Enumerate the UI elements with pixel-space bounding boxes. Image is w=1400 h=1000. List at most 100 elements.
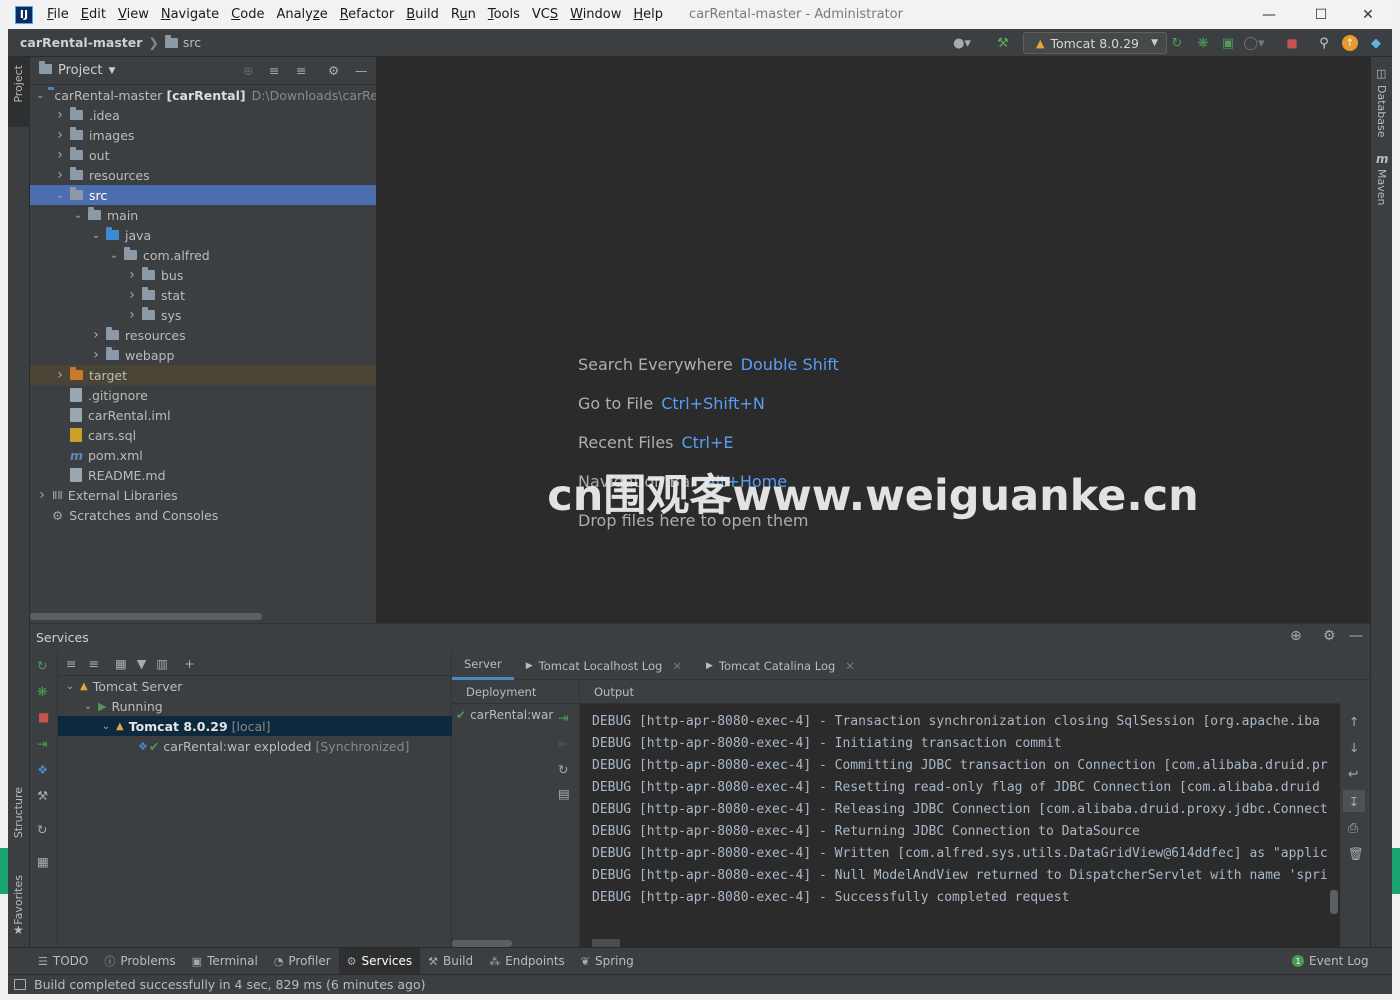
tree-item[interactable]: › webapp — [30, 345, 376, 365]
chevron-right-icon[interactable]: › — [54, 167, 66, 183]
tree-item[interactable]: › resources — [30, 165, 376, 185]
undeploy-icon[interactable]: ⇤ — [558, 736, 568, 751]
menu-item[interactable]: Code — [225, 0, 270, 29]
tool-tab-todo[interactable]: ☰ TODO — [30, 948, 96, 975]
layout-icon[interactable]: ▦ — [37, 854, 49, 869]
menu-item[interactable]: View — [112, 0, 155, 29]
hide-panel-icon[interactable]: — — [355, 63, 368, 78]
user-icon[interactable]: ●▾ — [953, 35, 971, 51]
tree-item[interactable]: › resources — [30, 325, 376, 345]
breadcrumb-src[interactable]: src — [183, 35, 201, 50]
menu-item[interactable]: Window — [564, 0, 627, 29]
chevron-down-icon[interactable]: ⌄ — [72, 210, 84, 221]
project-view-selector[interactable]: Project — [58, 63, 102, 78]
close-window-button[interactable]: ✕ — [1345, 0, 1391, 29]
plugin-icon[interactable]: ◆ — [1368, 35, 1384, 51]
tree-item[interactable]: ⌄ src — [30, 185, 376, 205]
tree-item[interactable]: › bus — [30, 265, 376, 285]
add-service-icon[interactable]: ⊕ — [1290, 628, 1302, 644]
chevron-right-icon[interactable]: › — [54, 147, 66, 163]
scroll-down-icon[interactable]: ↓ — [1349, 740, 1359, 755]
side-tab-database[interactable]: Database — [1375, 85, 1388, 138]
rerun-icon[interactable]: ↻ — [37, 658, 47, 673]
service-artifact[interactable]: ❖ ✔ carRental:war exploded [Synchronized… — [58, 736, 452, 756]
tree-item[interactable]: ⚙ Scratches and Consoles — [30, 505, 376, 525]
tool-tab-profiler[interactable]: ◔ Profiler — [266, 948, 339, 975]
tab-catalina-log[interactable]: ▶ Tomcat Catalina Log ✕ — [694, 652, 867, 680]
tree-item[interactable]: › sys — [30, 305, 376, 325]
trash-icon[interactable]: 🗑 — [1348, 846, 1364, 862]
tool-tab-services[interactable]: ⚙ Services — [338, 947, 421, 975]
tree-item[interactable]: › stat — [30, 285, 376, 305]
chevron-right-icon[interactable]: › — [54, 367, 66, 383]
deployment-item[interactable]: ✔ carRental:war — [456, 708, 553, 722]
chevron-right-icon[interactable]: › — [54, 127, 66, 143]
tree-item[interactable]: › ⅡⅡ External Libraries — [30, 485, 376, 505]
deploy-icon[interactable]: ⇥ — [37, 736, 47, 751]
tree-item[interactable]: ⌄ com.alfred — [30, 245, 376, 265]
tree-item[interactable]: ⌄ main — [30, 205, 376, 225]
redeploy-icon[interactable]: ⇥ — [558, 710, 568, 725]
horizontal-scrollbar[interactable] — [30, 613, 262, 620]
service-tomcat-server[interactable]: ⌄ ▲ Tomcat Server — [58, 676, 452, 696]
menu-item[interactable]: Refactor — [334, 0, 401, 29]
artifact-icon[interactable]: ❖ — [37, 762, 48, 777]
chevron-down-icon[interactable]: ⌄ — [108, 250, 120, 261]
hide-panel-icon[interactable]: — — [1349, 628, 1363, 644]
maximize-button[interactable]: ☐ — [1298, 0, 1344, 29]
chevron-right-icon[interactable]: › — [54, 107, 66, 123]
refresh-icon[interactable]: ↻ — [37, 822, 47, 837]
menu-item[interactable]: File — [41, 0, 75, 29]
tool-tab-terminal[interactable]: ▣ Terminal — [184, 948, 266, 975]
expand-all-icon[interactable]: ≡ — [269, 63, 279, 78]
filter-icon[interactable]: ▼ — [137, 656, 147, 671]
stop-icon[interactable]: ■ — [1284, 35, 1300, 51]
wrench-icon[interactable]: ⚒ — [37, 788, 48, 803]
menu-item[interactable]: Analyze — [270, 0, 333, 29]
chevron-right-icon[interactable]: › — [90, 327, 102, 343]
gear-icon[interactable]: ⚙ — [328, 63, 339, 78]
soft-wrap-icon[interactable]: ↩ — [1348, 766, 1358, 781]
service-tomcat-instance[interactable]: ⌄ ▲ Tomcat 8.0.29 [local] — [58, 716, 452, 736]
menu-item[interactable]: Run — [445, 0, 482, 29]
horizontal-scrollbar[interactable] — [592, 939, 620, 947]
scroll-to-end-icon[interactable]: ↧ — [1343, 790, 1365, 812]
menu-item[interactable]: VCS — [526, 0, 564, 29]
collapse-all-icon[interactable]: ≡ — [296, 63, 306, 78]
tab-localhost-log[interactable]: ▶ Tomcat Localhost Log ✕ — [514, 652, 694, 680]
update-icon[interactable]: ↑ — [1342, 35, 1358, 51]
collapse-all-icon[interactable]: ≡ — [88, 656, 98, 671]
minimize-button[interactable]: — — [1246, 0, 1292, 29]
breadcrumb-project[interactable]: carRental-master — [20, 35, 142, 50]
search-icon[interactable]: ⚲ — [1316, 35, 1332, 51]
group-icon[interactable]: ▦ — [115, 656, 127, 671]
scroll-up-icon[interactable]: ↑ — [1349, 714, 1359, 729]
rerun-icon[interactable]: ↻ — [1169, 35, 1185, 51]
layout-icon[interactable] — [14, 979, 26, 990]
service-running-group[interactable]: ⌄ ▶ Running — [58, 696, 452, 716]
chevron-down-icon[interactable]: ▼ — [108, 66, 115, 76]
event-log-button[interactable]: 1 Event Log — [1292, 954, 1369, 968]
chevron-right-icon[interactable]: › — [90, 347, 102, 363]
menu-item[interactable]: Build — [400, 0, 445, 29]
chevron-right-icon[interactable]: › — [126, 287, 138, 303]
vertical-scrollbar[interactable] — [1330, 890, 1338, 914]
stop-icon[interactable]: ■ — [38, 710, 49, 724]
tool-tab-problems[interactable]: ⓘ Problems — [96, 948, 183, 975]
menu-item[interactable]: Tools — [482, 0, 526, 29]
chevron-right-icon[interactable]: › — [36, 487, 48, 503]
tree-item[interactable]: README.md — [30, 465, 376, 485]
new-tab-icon[interactable]: ▥ — [156, 656, 168, 671]
side-tab-structure[interactable]: Structure — [12, 787, 25, 838]
tree-item[interactable]: › images — [30, 125, 376, 145]
chevron-right-icon[interactable]: › — [126, 307, 138, 323]
chevron-down-icon[interactable]: ⌄ — [90, 230, 102, 241]
chevron-down-icon[interactable]: ⌄ — [54, 190, 66, 201]
build-hammer-icon[interactable]: ⚒ — [995, 35, 1011, 51]
tab-server[interactable]: Server — [452, 652, 514, 680]
profile-icon[interactable]: ◯▾ — [1243, 35, 1264, 51]
gear-icon[interactable]: ⚙ — [1323, 628, 1336, 644]
tree-item[interactable]: ⌄ java — [30, 225, 376, 245]
close-icon[interactable]: ✕ — [845, 659, 855, 673]
menu-item[interactable]: Help — [627, 0, 669, 29]
